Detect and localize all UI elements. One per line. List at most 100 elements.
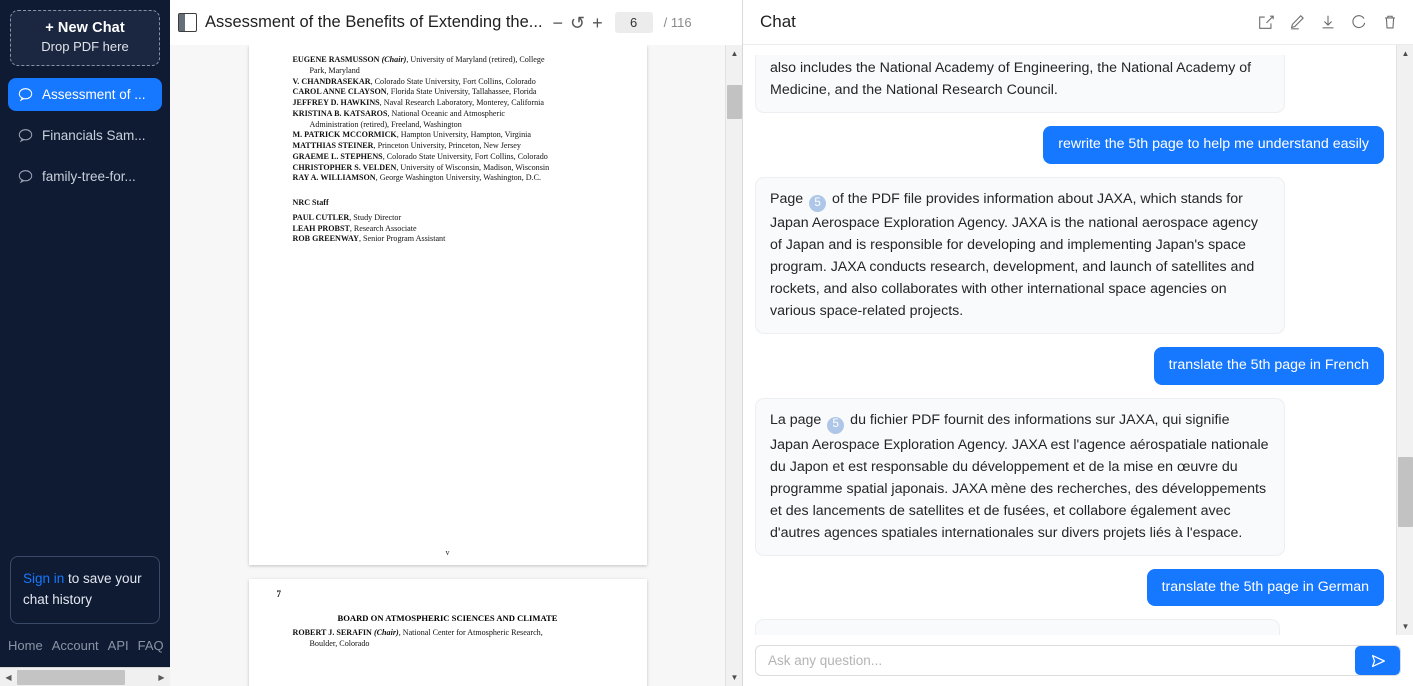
member-name: KRISTINA B. KATSAROS <box>292 108 388 118</box>
staff-role: , Research Associate <box>349 223 417 233</box>
chat-message-list[interactable]: also includes the National Academy of En… <box>743 45 1396 635</box>
pdf-staff-heading: NRC Staff <box>292 198 329 207</box>
zoom-in-icon[interactable]: + <box>592 14 603 32</box>
member-affiliation-cont: Park, Maryland <box>309 65 360 75</box>
bot-text-post: of the PDF file provides information abo… <box>770 190 1258 320</box>
member-affiliation: , Colorado State University, Fort Collin… <box>382 151 548 161</box>
chat-input-shell <box>755 645 1401 676</box>
signin-link[interactable]: Sign in <box>23 571 64 586</box>
refresh-icon[interactable] <box>1350 13 1368 31</box>
bot-bubble: La page 5 du fichier PDF fournit des inf… <box>755 398 1285 556</box>
chat-scroll-wrap: also includes the National Academy of En… <box>743 45 1413 635</box>
app-root: + New Chat Drop PDF here Assessment of .… <box>0 0 1413 686</box>
rotate-reset-icon[interactable]: ↺ <box>570 14 585 32</box>
chat-bubble-icon <box>18 169 33 184</box>
chat-message-bot: Page 5 of the PDF file provides informat… <box>755 176 1384 335</box>
member-name: CHRISTOPHER S. VELDEN <box>292 162 397 172</box>
hscroll-thumb[interactable] <box>17 669 125 685</box>
drop-pdf-label: Drop PDF here <box>41 39 129 54</box>
pdf-page-1-text: EUGENE RASMUSSON (Chair), University of … <box>249 45 647 245</box>
sidebar-footer-links: Home Account API FAQ <box>0 638 170 667</box>
staff-name: PAUL CUTLER <box>292 212 350 222</box>
pdf-scroll-down-arrow-icon[interactable]: ▼ <box>726 669 742 686</box>
scroll-left-arrow-icon[interactable]: ◀ <box>0 668 17 686</box>
member-affiliation: , National Oceanic and Atmospheric <box>387 108 506 118</box>
sidebar-item-financials[interactable]: Financials Sam... <box>8 119 162 152</box>
chat-message-user: rewrite the 5th page to help me understa… <box>755 126 1384 164</box>
edit-icon[interactable] <box>1288 13 1306 31</box>
signin-prompt: Sign in to save your chat history <box>10 556 160 624</box>
member-affiliation: , George Washington University, Washingt… <box>375 173 542 183</box>
download-icon[interactable] <box>1319 13 1337 31</box>
member-affiliation: , University of Wisconsin, Madison, Wisc… <box>396 162 550 172</box>
bot-text-pre: La page <box>770 412 826 429</box>
pdf-member-line: EUGENE RASMUSSON (Chair), University of … <box>293 55 603 77</box>
sidebar: + New Chat Drop PDF here Assessment of .… <box>0 0 170 686</box>
chat-message-user: translate the 5th page in German <box>755 568 1384 607</box>
sidebar-item-label: Financials Sam... <box>42 128 146 143</box>
member-affiliation: , Colorado State University, Fort Collin… <box>370 76 536 86</box>
footer-link-api[interactable]: API <box>108 638 129 653</box>
pdf-staff-line: PAUL CUTLER, Study Director <box>293 213 603 224</box>
pdf-member-line: ROBERT J. SERAFIN (Chair), National Cent… <box>293 628 603 650</box>
chat-history-list: Assessment of ... Financials Sam... fami… <box>0 78 170 201</box>
chat-scroll-down-arrow-icon[interactable]: ▼ <box>1397 618 1413 635</box>
scroll-right-arrow-icon[interactable]: ▶ <box>153 668 170 686</box>
chat-vertical-scrollbar[interactable]: ▲ ▼ <box>1396 45 1413 635</box>
chat-title: Chat <box>760 12 796 31</box>
chat-scroll-thumb[interactable] <box>1398 457 1413 527</box>
page-number-input[interactable]: 6 <box>614 12 653 33</box>
pdf-member-line: V. CHANDRASEKAR, Colorado State Universi… <box>293 77 603 88</box>
footer-link-faq[interactable]: FAQ <box>138 638 164 653</box>
pdf-vertical-scrollbar[interactable]: ▲ ▼ <box>725 45 742 686</box>
pdf-member-line: KRISTINA B. KATSAROS, National Oceanic a… <box>293 109 603 131</box>
sidebar-item-family-tree[interactable]: family-tree-for... <box>8 160 162 193</box>
page-total-label: / 116 <box>663 15 692 30</box>
sidebar-item-assessment[interactable]: Assessment of ... <box>8 78 162 111</box>
chat-input[interactable] <box>756 646 1355 675</box>
member-name: EUGENE RASMUSSON <box>292 55 380 64</box>
member-name: MATTHIAS STEINER <box>292 141 374 150</box>
member-affiliation: , Florida State University, Tallahassee,… <box>386 87 537 97</box>
footer-link-home[interactable]: Home <box>8 638 43 653</box>
bot-bubble: also includes the National Academy of En… <box>755 55 1285 113</box>
trash-icon[interactable] <box>1381 13 1399 31</box>
staff-name: LEAH PROBST <box>292 223 350 233</box>
member-name: M. PATRICK MCCORMICK <box>292 130 397 140</box>
member-affiliation: , University of Maryland (retired), Coll… <box>406 55 545 64</box>
member-affiliation-cont: Administration (retired), Freeland, Wash… <box>309 119 462 129</box>
pdf-scroll-up-arrow-icon[interactable]: ▲ <box>726 45 742 62</box>
pdf-page-2-text: ROBERT J. SERAFIN (Chair), National Cent… <box>249 628 647 650</box>
zoom-out-icon[interactable]: − <box>553 14 564 32</box>
pdf-scroll-area[interactable]: EUGENE RASMUSSON (Chair), University of … <box>170 45 725 686</box>
member-name: GRAEME L. STEPHENS <box>292 151 383 161</box>
pdf-staff-line: ROB GREENWAY, Senior Program Assistant <box>293 234 603 245</box>
pdf-zoom-controls: − ↺ + <box>553 14 603 32</box>
pdf-member-line: M. PATRICK MCCORMICK, Hampton University… <box>293 130 603 141</box>
pdf-member-line: MATTHIAS STEINER, Princeton University, … <box>293 141 603 152</box>
share-icon[interactable] <box>1257 13 1275 31</box>
chat-message-bot: La page 5 du fichier PDF fournit des inf… <box>755 398 1384 556</box>
chat-message-user: translate the 5th page in French <box>755 347 1384 386</box>
member-role: (Chair) <box>381 55 407 64</box>
footer-link-account[interactable]: Account <box>52 638 99 653</box>
sidebar-content: + New Chat Drop PDF here Assessment of .… <box>0 0 170 667</box>
pdf-body: EUGENE RASMUSSON (Chair), University of … <box>170 45 742 686</box>
send-button[interactable] <box>1355 646 1400 675</box>
chat-message-bot: Die fünfte Seite des PDF-Dokuments enthä… <box>755 619 1384 635</box>
page-reference-badge[interactable]: 5 <box>809 195 827 213</box>
user-bubble: translate the 5th page in German <box>1146 568 1384 607</box>
chat-scroll-up-arrow-icon[interactable]: ▲ <box>1397 45 1413 62</box>
member-affiliation: , National Center for Atmospheric Resear… <box>398 628 543 637</box>
page-reference-badge[interactable]: 5 <box>827 416 845 434</box>
pdf-scroll-thumb[interactable] <box>727 85 742 119</box>
pdf-page-1-folio: v <box>445 548 450 557</box>
hscroll-track[interactable] <box>17 668 153 686</box>
sidebar-horizontal-scrollbar[interactable]: ◀ ▶ <box>0 667 170 686</box>
member-affiliation: , Hampton University, Hampton, Virginia <box>396 130 531 140</box>
bot-text-post: du fichier PDF fournit des informations … <box>770 412 1269 541</box>
pdf-page-2-heading: BOARD ON ATMOSPHERIC SCIENCES AND CLIMAT… <box>337 613 558 623</box>
new-chat-dropzone[interactable]: + New Chat Drop PDF here <box>10 10 160 66</box>
member-name: RAY A. WILLIAMSON <box>292 173 376 183</box>
panel-toggle-icon[interactable] <box>178 13 197 32</box>
